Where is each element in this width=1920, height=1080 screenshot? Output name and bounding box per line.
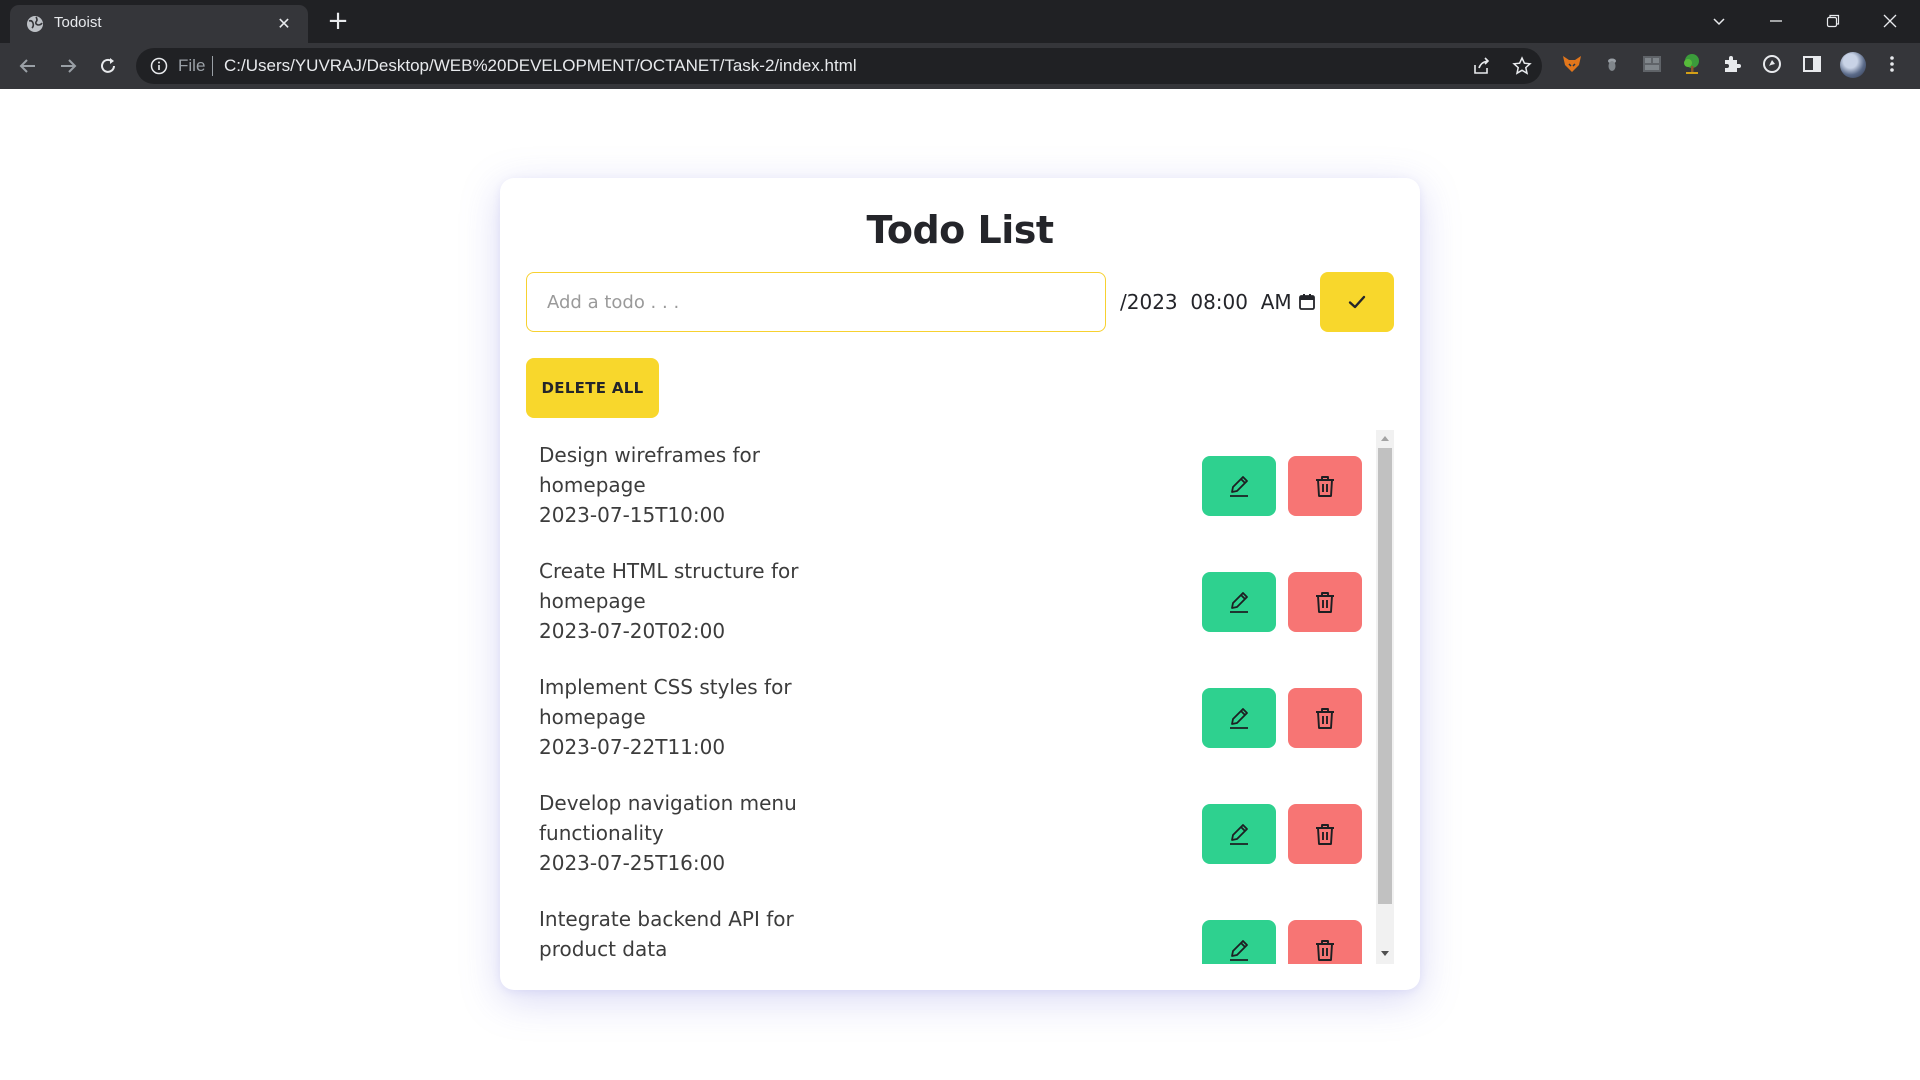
todo-text: Develop navigation menu functionality (539, 791, 797, 845)
tree-extension-icon[interactable] (1680, 52, 1704, 76)
edit-todo-button[interactable] (1202, 572, 1276, 632)
pencil-icon (1230, 824, 1248, 845)
edit-todo-button[interactable] (1202, 920, 1276, 964)
delete-todo-button[interactable] (1288, 804, 1362, 864)
refresh-circle-extension-icon[interactable] (1760, 52, 1784, 76)
scroll-thumb[interactable] (1378, 448, 1392, 904)
delete-todo-button[interactable] (1288, 920, 1362, 964)
todo-list[interactable]: Design wireframes for homepage 2023-07-1… (526, 430, 1394, 964)
trash-icon (1316, 940, 1334, 961)
address-separator (212, 56, 213, 76)
address-scheme: File (178, 56, 206, 75)
puzzle-extensions-icon[interactable] (1720, 52, 1744, 76)
share-icon[interactable] (1470, 54, 1494, 78)
checkmark-icon (1348, 295, 1366, 309)
globe-icon (27, 16, 43, 32)
edit-todo-button[interactable] (1202, 688, 1276, 748)
todo-item: Implement CSS styles for homepage 2023-0… (526, 662, 1366, 778)
address-bar[interactable]: File C:/Users/YUVRAJ/Desktop/WEB%20DEVEL… (136, 48, 1542, 84)
browser-tab-strip: Todoist ✕ + (0, 0, 1920, 43)
calendar-icon[interactable] (1298, 293, 1316, 311)
todo-text: Implement CSS styles for homepage (539, 675, 792, 729)
acorn-extension-icon[interactable] (1600, 52, 1624, 76)
todo-date: 2023-07-15T10:00 (539, 503, 726, 527)
todo-text: Design wireframes for homepage (539, 443, 760, 497)
delete-all-button[interactable]: DELETE ALL (526, 358, 659, 418)
todo-text: Create HTML structure for homepage (539, 559, 799, 613)
todo-item: Integrate backend API for product data (526, 894, 1366, 964)
pencil-icon (1230, 476, 1248, 497)
minimize-icon[interactable] (1759, 6, 1793, 36)
side-panel-icon[interactable] (1800, 52, 1824, 76)
back-arrow-icon[interactable] (14, 52, 42, 80)
delete-todo-button[interactable] (1288, 456, 1362, 516)
kebab-menu-icon[interactable] (1880, 52, 1904, 76)
tab-search-chevron-icon[interactable] (1702, 6, 1736, 36)
profile-avatar[interactable] (1840, 52, 1866, 78)
page-title: Todo List (866, 208, 1054, 252)
edit-todo-button[interactable] (1202, 456, 1276, 516)
delete-todo-button[interactable] (1288, 688, 1362, 748)
todo-date: 2023-07-22T11:00 (539, 735, 726, 759)
add-todo-button[interactable] (1320, 272, 1394, 332)
close-window-icon[interactable] (1873, 6, 1907, 36)
date-time-input[interactable]: /2023 08:00 AM (1120, 282, 1316, 322)
date-time-value: /2023 08:00 AM (1120, 290, 1292, 314)
pencil-icon (1230, 708, 1248, 729)
browser-toolbar: File C:/Users/YUVRAJ/Desktop/WEB%20DEVEL… (0, 43, 1920, 89)
scroll-down-arrow-icon[interactable] (1381, 951, 1389, 956)
address-url[interactable]: C:/Users/YUVRAJ/Desktop/WEB%20DEVELOPMEN… (224, 56, 857, 76)
todo-text: Integrate backend API for product data (539, 907, 794, 961)
grid-extension-icon[interactable] (1640, 52, 1664, 76)
close-tab-icon[interactable]: ✕ (274, 14, 294, 34)
todo-item: Design wireframes for homepage 2023-07-1… (526, 430, 1366, 546)
bookmark-star-icon[interactable] (1510, 54, 1534, 78)
fox-extension-icon[interactable] (1560, 52, 1584, 76)
trash-icon (1316, 824, 1334, 845)
reload-icon[interactable] (94, 52, 122, 80)
forward-arrow-icon[interactable] (54, 52, 82, 80)
delete-todo-button[interactable] (1288, 572, 1362, 632)
todo-date: 2023-07-20T02:00 (539, 619, 726, 643)
restore-icon[interactable] (1816, 6, 1850, 36)
trash-icon (1316, 592, 1334, 613)
list-scrollbar[interactable] (1376, 430, 1394, 964)
todo-item: Develop navigation menu functionality 20… (526, 778, 1366, 894)
todo-card: Todo List /2023 08:00 AM DELETE ALL Desi… (500, 178, 1420, 990)
trash-icon (1316, 708, 1334, 729)
scroll-up-arrow-icon[interactable] (1381, 436, 1389, 441)
pencil-icon (1230, 592, 1248, 613)
todo-input[interactable] (526, 272, 1106, 332)
new-tab-button[interactable]: + (326, 8, 350, 34)
info-icon[interactable] (150, 57, 168, 75)
trash-icon (1316, 476, 1334, 497)
todo-item: Create HTML structure for homepage 2023-… (526, 546, 1366, 662)
pencil-icon (1230, 940, 1248, 961)
todo-date: 2023-07-25T16:00 (539, 851, 726, 875)
edit-todo-button[interactable] (1202, 804, 1276, 864)
browser-tab[interactable]: Todoist ✕ (10, 5, 308, 43)
tab-title: Todoist (54, 14, 102, 31)
